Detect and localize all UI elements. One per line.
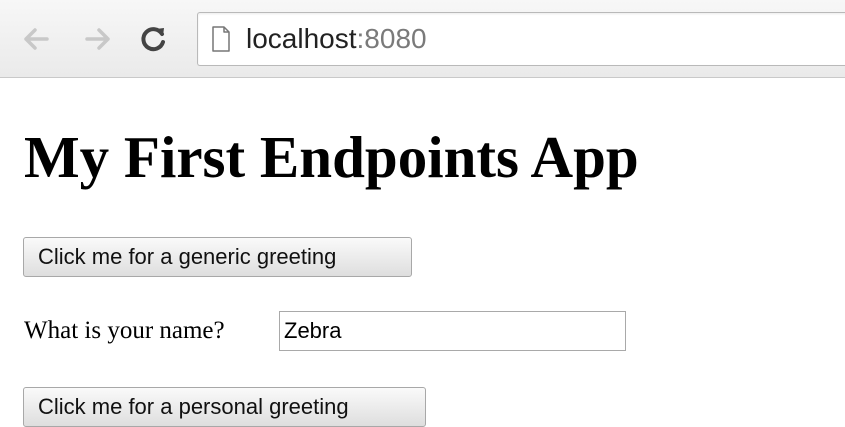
page-title: My First Endpoints App [24,124,639,190]
address-bar[interactable]: localhost:8080 [197,12,845,66]
forward-button[interactable] [81,22,115,56]
name-label: What is your name? [24,317,225,344]
back-button[interactable] [19,22,53,56]
generic-greeting-button[interactable]: Click me for a generic greeting [23,237,412,277]
personal-greeting-button[interactable]: Click me for a personal greeting [23,387,426,427]
reload-button[interactable] [137,22,171,56]
url-host: localhost [246,23,357,54]
forward-arrow-icon [85,28,110,50]
name-input[interactable] [279,311,626,351]
url-port: :8080 [356,23,427,54]
browser-toolbar: localhost:8080 [0,0,845,78]
back-arrow-icon [24,28,49,50]
url-text: localhost:8080 [246,23,427,55]
page-icon [212,26,230,52]
reload-icon [141,27,165,52]
